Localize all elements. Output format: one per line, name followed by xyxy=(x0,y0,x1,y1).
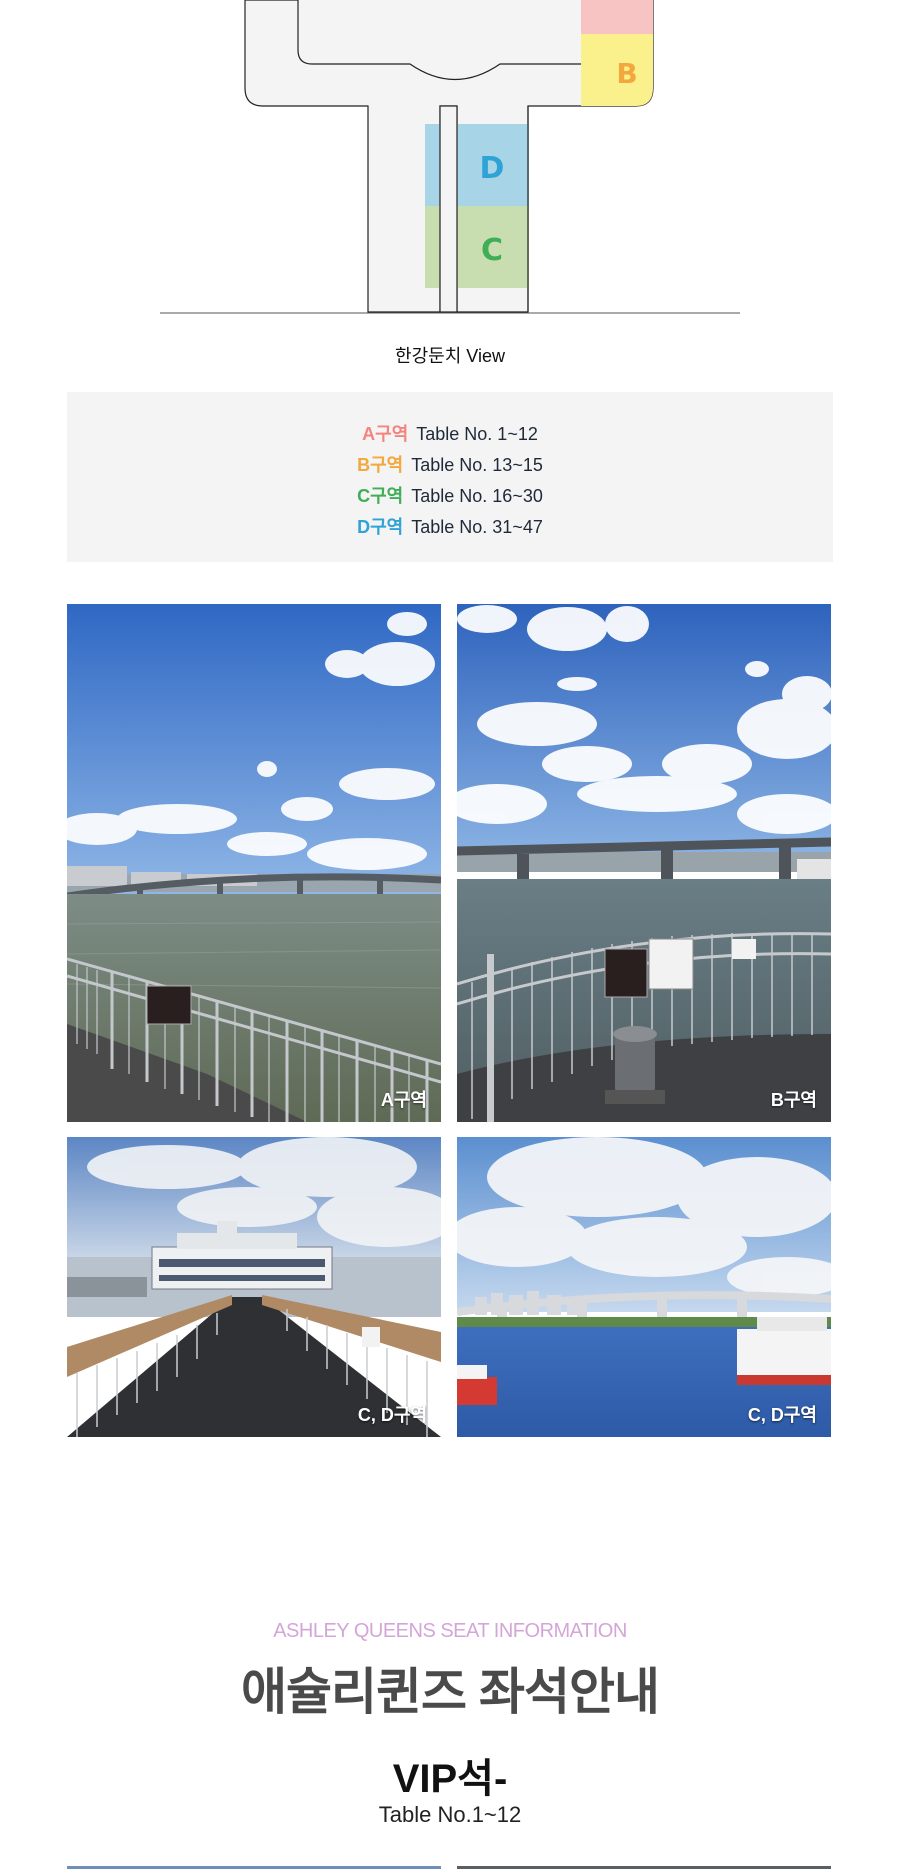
photo-label-cd-2: C, D구역 xyxy=(747,1405,817,1425)
photo-label-a: A구역 xyxy=(380,1090,427,1110)
zone-d-letter: D xyxy=(480,151,505,186)
legend-row-d: D구역 Table No. 31~47 xyxy=(67,515,833,539)
legend-row-a: A구역 Table No. 1~12 xyxy=(67,422,833,446)
legend-range-c: Table No. 16~30 xyxy=(411,486,543,506)
legend-zone-a: A구역 xyxy=(362,424,409,444)
vip-title: VIP석- xyxy=(392,1757,508,1801)
legend-range-a: Table No. 1~12 xyxy=(416,424,538,444)
photo-zone-cd-walkway: C, D구역 xyxy=(67,1137,441,1437)
section-subtitle: ASHLEY QUEENS SEAT INFORMATION xyxy=(273,1620,627,1642)
zone-a-block xyxy=(581,0,653,34)
legend-zone-d: D구역 xyxy=(357,517,404,537)
legend-zone-c: C구역 xyxy=(357,486,404,506)
photo-zone-cd-bridge: C, D구역 xyxy=(457,1137,831,1437)
walkway xyxy=(439,105,458,313)
view-caption: 한강둔치 View xyxy=(395,346,505,366)
vip-table-range: Table No.1~12 xyxy=(378,1802,522,1827)
zone-b-letter: B xyxy=(616,57,637,90)
legend-range-d: Table No. 31~47 xyxy=(411,517,543,537)
seat-map: B D C xyxy=(160,0,740,314)
legend-zone-b: B구역 xyxy=(357,455,404,475)
photo-zone-b: B구역 xyxy=(457,604,831,1122)
photo-label-cd-1: C, D구역 xyxy=(357,1405,427,1425)
legend-range-b: Table No. 13~15 xyxy=(411,455,543,475)
zone-c-letter: C xyxy=(481,233,503,268)
photo-label-b: B구역 xyxy=(770,1090,817,1110)
legend-row-b: B구역 Table No. 13~15 xyxy=(67,453,833,477)
legend-row-c: C구역 Table No. 16~30 xyxy=(67,484,833,508)
photo-zone-a: A구역 xyxy=(67,604,441,1122)
section-title: 애슐리퀸즈 좌석안내 xyxy=(241,1664,660,1720)
zone-legend: A구역 Table No. 1~12 B구역 Table No. 13~15 C구역… xyxy=(67,392,833,562)
